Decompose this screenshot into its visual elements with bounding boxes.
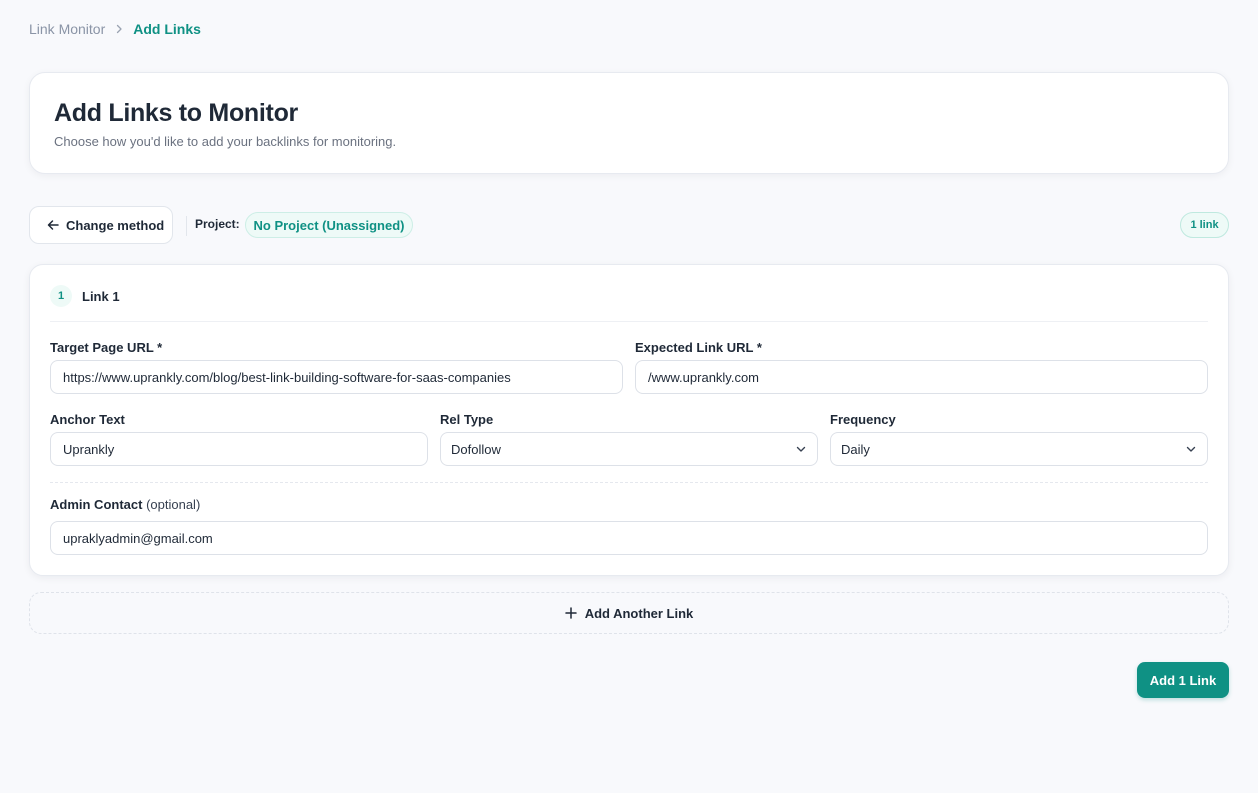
toolbar-divider (186, 216, 187, 236)
header-card: Add Links to Monitor Choose how you'd li… (29, 72, 1229, 174)
admin-contact-input[interactable]: upraklyadmin@gmail.com (50, 521, 1208, 555)
arrow-left-icon (47, 220, 59, 230)
rel-type-label: Rel Type (440, 412, 494, 427)
breadcrumb-link-monitor[interactable]: Link Monitor (29, 21, 105, 37)
change-method-button[interactable]: Change method (29, 206, 173, 244)
project-selector[interactable]: No Project (Unassigned) (245, 212, 413, 238)
section-divider (50, 482, 1208, 483)
frequency-select[interactable]: Daily (830, 432, 1208, 466)
expected-url-label: Expected Link URL * (635, 340, 762, 355)
frequency-label: Frequency (830, 412, 896, 427)
target-url-label: Target Page URL * (50, 340, 163, 355)
link-title: Link 1 (82, 288, 120, 304)
expected-url-input[interactable]: /www.uprankly.com (635, 360, 1208, 394)
chevron-right-icon (117, 24, 122, 34)
page-title: Add Links to Monitor (54, 99, 298, 127)
frequency-value: Daily (841, 441, 870, 457)
project-label: Project: (195, 217, 240, 231)
add-another-link-label: Add Another Link (584, 605, 694, 621)
admin-contact-optional: (optional) (146, 497, 201, 512)
admin-contact-label-text: Admin Contact (50, 497, 143, 512)
page-subtitle: Choose how you'd like to add your backli… (54, 134, 397, 149)
chevron-down-icon (1186, 446, 1196, 452)
breadcrumb-add-links: Add Links (133, 21, 201, 37)
link-card-header: 1 Link 1 (50, 285, 120, 307)
anchor-text-input[interactable]: Uprankly (50, 432, 428, 466)
change-method-label: Change method (66, 217, 165, 233)
toolbar: Change method Project: No Project (Unass… (29, 206, 1229, 244)
link-count-badge: 1 link (1180, 212, 1229, 238)
add-another-link-button[interactable]: Add Another Link (29, 592, 1229, 634)
chevron-down-icon (796, 446, 806, 452)
link-number-badge: 1 (50, 285, 72, 307)
admin-contact-label: Admin Contact (optional) (50, 497, 200, 512)
breadcrumb: Link Monitor Add Links (29, 21, 201, 37)
rel-type-select[interactable]: Dofollow (440, 432, 818, 466)
plus-icon (564, 607, 577, 619)
target-url-input[interactable]: https://www.uprankly.com/blog/best-link-… (50, 360, 623, 394)
rel-type-value: Dofollow (451, 441, 501, 457)
add-links-submit-button[interactable]: Add 1 Link (1137, 662, 1229, 698)
link-card: 1 Link 1 Target Page URL * https://www.u… (29, 264, 1229, 576)
anchor-text-label: Anchor Text (50, 412, 125, 427)
header-divider (50, 321, 1208, 322)
